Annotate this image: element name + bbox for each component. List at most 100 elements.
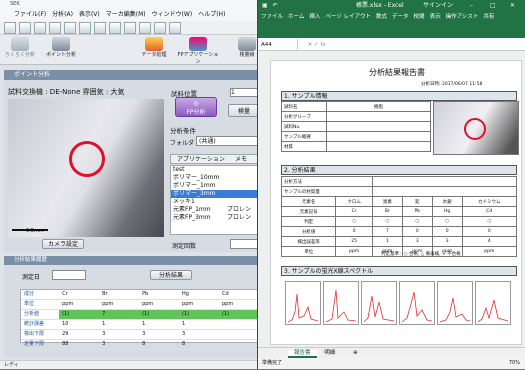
sample-info: 試料交換機 : DE-None 雰囲気 : 大気 (8, 88, 125, 96)
table-row: 検出誤差等 25 1 3 3 4 (280, 236, 518, 247)
tab-insert[interactable]: 挿入 (309, 11, 320, 38)
section-sample-info: 1. サンプル情報 (281, 91, 517, 101)
data-processing-button[interactable]: データ処理 (140, 37, 168, 63)
fp-analysis-button[interactable]: ◎ FP分析 (175, 97, 217, 117)
list-header-application[interactable]: アプリケーション (171, 155, 235, 163)
camera-settings-button[interactable]: カメラ設定 (42, 239, 84, 249)
maximize-icon[interactable]: □ (490, 0, 496, 11)
name-box[interactable]: A44 (258, 39, 298, 51)
settings-icon[interactable] (109, 21, 121, 34)
list-icon[interactable] (139, 21, 151, 34)
excel-window: ▣ ↶ 帳票.xlsx - Excel サインイン – □ ✕ ファイル ホーム… (257, 0, 525, 369)
save-icon[interactable] (34, 21, 46, 34)
table-row: 統計誤差 10 1 1 1 (21, 320, 259, 330)
spectrum-plot-pb (361, 281, 397, 325)
fp-application-button[interactable]: FPアプリケーション (176, 37, 220, 65)
easy-analysis-button[interactable]: らくらく分析 (4, 37, 36, 63)
save-icon[interactable]: ▣ (262, 2, 268, 9)
list-item[interactable]: 元素FP_1mm プロレン (171, 206, 259, 214)
zoom-level[interactable]: 70% (509, 358, 520, 369)
grid-icon[interactable] (124, 21, 136, 34)
table-row: 分析値 0 7 0 0 0 (280, 226, 518, 237)
window-icon[interactable] (169, 21, 181, 34)
table-row: 単位 ppm ppm ppm ppm ppm (21, 300, 259, 310)
list-item[interactable]: ポリマー_10mm (171, 174, 259, 182)
status-bar: レディ (0, 360, 265, 369)
sheet-tabs: 報告書 明細 ⊕ (258, 347, 525, 358)
fx-icon[interactable]: ✕ ✓ fx (308, 42, 326, 48)
section-results: 2. 分析結果 (281, 165, 517, 175)
list-header: アプリケーション メモ (170, 154, 260, 164)
list-item[interactable]: test (171, 166, 259, 174)
tab-page-layout[interactable]: ページ レイアウト (325, 11, 371, 38)
tab-formulas[interactable]: 数式 (376, 11, 387, 38)
table-row: 分析値 (1) 7 (1) (1) (1) (21, 310, 259, 320)
table-row: 元素名 クロム 臭素鉛水銀 カドミウム (280, 196, 518, 207)
open-icon[interactable] (19, 21, 31, 34)
easy-analysis-icon (11, 37, 29, 51)
sheet-tab-report[interactable]: 報告書 (288, 350, 317, 358)
tab-view[interactable]: 表示 (430, 11, 441, 38)
list-item[interactable]: 元素FP_3mm プロレン (171, 214, 259, 222)
minimize-icon[interactable]: – (470, 0, 473, 11)
undo-icon[interactable]: ↶ (273, 2, 278, 9)
tab-data[interactable]: データ (392, 11, 409, 38)
list-item[interactable]: メッキ1 (171, 198, 259, 206)
measurement-spot-marker[interactable] (69, 141, 105, 177)
ribbon-tabs: ファイル ホーム 挿入 ページ レイアウト 数式 データ 校閲 表示 操作アシス… (258, 11, 525, 38)
tab-review[interactable]: 校閲 (414, 11, 425, 38)
position-select[interactable]: 1 (230, 88, 258, 97)
table-row: サンプルの材質量 (281, 186, 518, 197)
spectrum-plot-cr (285, 281, 321, 325)
signin-link[interactable]: サインイン (423, 0, 453, 11)
measure-count-input[interactable] (230, 239, 258, 249)
close-icon[interactable]: ✕ (510, 0, 515, 11)
data-processing-icon (145, 37, 163, 51)
calibration-icon (238, 37, 256, 51)
excel-status-text: 準備完了 (262, 360, 283, 366)
report-title: 分析結果報告書 (369, 68, 425, 77)
share-button[interactable]: 共有 (483, 11, 494, 38)
menu-analysis[interactable]: 分析(A) (52, 9, 73, 21)
table-row: 試料名 樹脂 (281, 101, 431, 112)
section-spectrum: 3. サンプルの蛍光X線スペクトル (281, 266, 517, 276)
excel-status-bar: 準備完了 70% (258, 358, 525, 369)
sheet-tab-detail[interactable]: 明細 (318, 350, 341, 356)
table-row: サンプル概要 (281, 131, 431, 142)
sample-info-table: 試料名 樹脂 分析グループ 試料No. サンプル概要 材質 (281, 101, 431, 152)
zoom-icon[interactable] (154, 21, 166, 34)
help-icon[interactable] (94, 21, 106, 34)
tab-home[interactable]: ホーム (288, 11, 304, 38)
tab-file[interactable]: ファイル (261, 11, 283, 38)
analysis-result-button[interactable]: 分析結果 (150, 270, 192, 280)
new-icon[interactable] (4, 21, 16, 34)
calibration-analysis-button[interactable]: 検量 (228, 104, 260, 117)
menu-marker[interactable]: マーカ編集(M) (106, 9, 146, 21)
list-header-memo[interactable]: メモ (235, 155, 247, 163)
list-item[interactable]: ポリマー_1mm (171, 182, 259, 190)
measure-date-label: 測定日 (22, 274, 41, 281)
excel-title: 帳票.xlsx - Excel (356, 2, 404, 9)
menu-file[interactable]: ファイル(F) (14, 9, 46, 21)
list-item-selected[interactable]: ポリマー_3mm (171, 190, 259, 198)
results-table: 成分 Cr Br Pb Hg Cd 単位 ppm ppm ppm ppm ppm 分析値 (1) 7 (1… (20, 289, 260, 350)
toolbar (0, 21, 265, 35)
spectrum-plot-br (323, 281, 359, 325)
folder-select[interactable]: (共通) (196, 136, 260, 146)
fp-icon: ◎ (193, 100, 199, 107)
menu-help[interactable]: ヘルプ(H) (198, 9, 225, 21)
add-sheet-icon[interactable]: ⊕ (353, 350, 358, 356)
copy-icon[interactable] (64, 21, 76, 34)
sample-thumbnail (433, 101, 519, 155)
formula-bar: A44 ✕ ✓ fx (258, 39, 525, 51)
measure-date-select[interactable] (52, 270, 86, 280)
menu-window[interactable]: ウィンドウ(W) (152, 9, 193, 21)
tell-me-box[interactable]: 操作アシスト (446, 11, 479, 38)
results-report-table: 分析方法 サンプルの材質量 元素名 クロム 臭素鉛水銀 カドミウム 元素記号 Cr Br P… (280, 176, 518, 257)
point-analysis-button[interactable]: ポイント分析 (44, 37, 78, 63)
report-date: 分析日時: 2017/06/07 11:58 (421, 82, 483, 87)
menu-view[interactable]: 表示(V) (79, 9, 100, 21)
application-list[interactable]: test ポリマー_10mm ポリマー_1mm ポリマー_3mm メッキ1 元素… (170, 165, 260, 235)
print-icon[interactable] (49, 21, 61, 34)
paste-icon[interactable] (79, 21, 91, 34)
